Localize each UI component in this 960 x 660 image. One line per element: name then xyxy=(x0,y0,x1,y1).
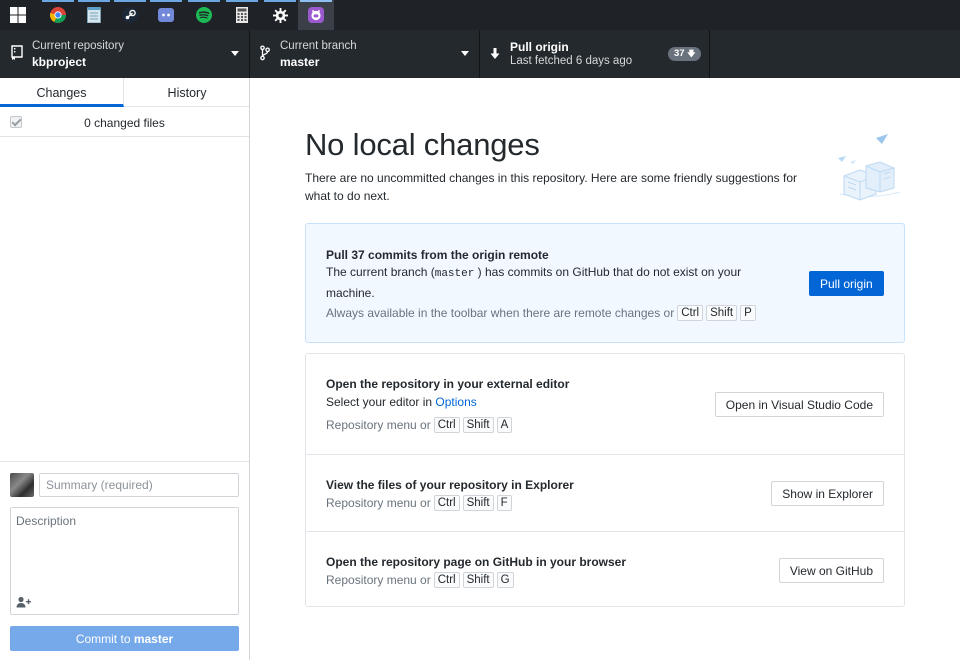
kbd-shift: Shift xyxy=(462,417,494,433)
editor-row-text-before: Select your editor in xyxy=(326,395,436,409)
no-changes-view: No local changes There are no uncommitte… xyxy=(250,78,960,660)
steam-icon[interactable] xyxy=(112,0,148,30)
commit-button-branch: master xyxy=(133,631,174,646)
tab-history[interactable]: History xyxy=(125,78,249,107)
kbd-shift: Shift xyxy=(706,305,738,321)
pull-card-hint: Always available in the toolbar when the… xyxy=(326,305,756,321)
app-toolbar: Current repository kbproject Current bra… xyxy=(0,30,960,78)
page-title: No local changes xyxy=(305,127,540,162)
last-fetched-text: Last fetched 6 days ago xyxy=(510,55,633,67)
pull-origin-label: Pull origin xyxy=(510,40,569,54)
windows-taskbar xyxy=(0,0,960,30)
commit-button[interactable]: Commit to master xyxy=(10,626,239,651)
commit-button-prefix: Commit to xyxy=(75,631,134,646)
windows-start-icon[interactable] xyxy=(0,0,36,30)
explorer-suggestion-row: View the files of your repository in Exp… xyxy=(306,454,904,531)
suggestions-card: Open the repository in your external edi… xyxy=(305,353,905,607)
kbd-p: P xyxy=(740,305,756,321)
options-link[interactable]: Options xyxy=(435,395,476,409)
description-box xyxy=(10,507,239,615)
spotify-icon[interactable] xyxy=(186,0,222,30)
explorer-hint-text: Repository menu or xyxy=(326,496,431,510)
pull-card-text: The current branch (master ) has commits… xyxy=(326,263,776,303)
editor-hint-text: Repository menu or xyxy=(326,418,431,432)
explorer-row-title: View the files of your repository in Exp… xyxy=(326,478,574,492)
branch-label: Current branch xyxy=(280,40,357,52)
kbd-a: A xyxy=(496,417,513,433)
arrow-down-small-icon: 🡇 xyxy=(687,49,696,58)
chevron-down-icon xyxy=(231,51,239,56)
settings-icon[interactable] xyxy=(262,0,298,30)
avatar xyxy=(10,473,34,497)
branch-icon xyxy=(260,45,270,61)
commit-message-area: Commit to master xyxy=(0,461,249,660)
chevron-down-icon xyxy=(461,51,469,56)
notepad-icon[interactable] xyxy=(76,0,112,30)
kbd-ctrl: Ctrl xyxy=(433,495,460,511)
discord-icon[interactable] xyxy=(148,0,184,30)
empty-state-illustration xyxy=(838,134,901,201)
page-description: There are no uncommitted changes in this… xyxy=(305,171,798,203)
calculator-icon[interactable] xyxy=(224,0,260,30)
branch-name: master xyxy=(280,55,320,69)
branch-code: master xyxy=(434,268,475,280)
explorer-row-hint: Repository menu or Ctrl Shift F xyxy=(326,495,512,511)
kbd-f: F xyxy=(496,495,512,511)
pull-card-text-before: The current branch ( xyxy=(326,265,435,279)
show-in-explorer-button[interactable]: Show in Explorer xyxy=(771,481,884,506)
kbd-ctrl: Ctrl xyxy=(433,417,460,433)
arrow-down-icon xyxy=(490,48,500,59)
kbd-ctrl: Ctrl xyxy=(433,572,460,588)
kbd-g: G xyxy=(496,572,514,588)
ahead-behind-badge: 37 🡇 xyxy=(668,47,702,61)
changed-files-count: 0 changed files xyxy=(84,116,165,130)
editor-row-title: Open the repository in your external edi… xyxy=(326,377,570,391)
github-row-title: Open the repository page on GitHub in yo… xyxy=(326,555,627,569)
current-repository-dropdown[interactable]: Current repository kbproject xyxy=(0,30,250,78)
pull-suggestion-card: Pull 37 commits from the origin remote T… xyxy=(305,223,905,343)
pull-origin-card-button[interactable]: Pull origin xyxy=(809,271,884,296)
current-branch-dropdown[interactable]: Current branch master xyxy=(250,30,480,78)
kbd-shift: Shift xyxy=(462,495,494,511)
sidebar: Changes History 0 changed files Commit t… xyxy=(0,78,250,660)
github-row-hint: Repository menu or Ctrl Shift G xyxy=(326,572,514,588)
pull-card-title: Pull 37 commits from the origin remote xyxy=(326,248,549,262)
github-hint-text: Repository menu or xyxy=(326,573,431,587)
changes-list-header: 0 changed files xyxy=(0,108,249,137)
pull-hint-text: Always available in the toolbar when the… xyxy=(326,306,675,320)
tab-changes[interactable]: Changes xyxy=(0,78,124,107)
view-on-github-button[interactable]: View on GitHub xyxy=(778,558,884,583)
editor-suggestion-row: Open the repository in your external edi… xyxy=(306,354,904,454)
behind-count: 37 xyxy=(674,48,685,59)
repository-icon xyxy=(11,45,23,60)
kbd-shift: Shift xyxy=(462,572,494,588)
kbd-ctrl: Ctrl xyxy=(677,305,704,321)
sidebar-tabs: Changes History xyxy=(0,78,249,107)
add-coauthor-icon[interactable] xyxy=(16,596,32,608)
editor-row-text: Select your editor in Options xyxy=(326,393,477,412)
github-suggestion-row: Open the repository page on GitHub in yo… xyxy=(306,531,904,607)
open-in-editor-button[interactable]: Open in Visual Studio Code xyxy=(714,392,884,417)
summary-input[interactable] xyxy=(39,473,239,497)
repository-name: kbproject xyxy=(32,55,87,69)
repository-label: Current repository xyxy=(32,40,125,52)
chrome-icon[interactable] xyxy=(40,0,76,30)
description-input[interactable] xyxy=(11,508,238,593)
github-desktop-icon[interactable] xyxy=(298,0,334,30)
editor-row-hint: Repository menu or Ctrl Shift A xyxy=(326,417,513,433)
